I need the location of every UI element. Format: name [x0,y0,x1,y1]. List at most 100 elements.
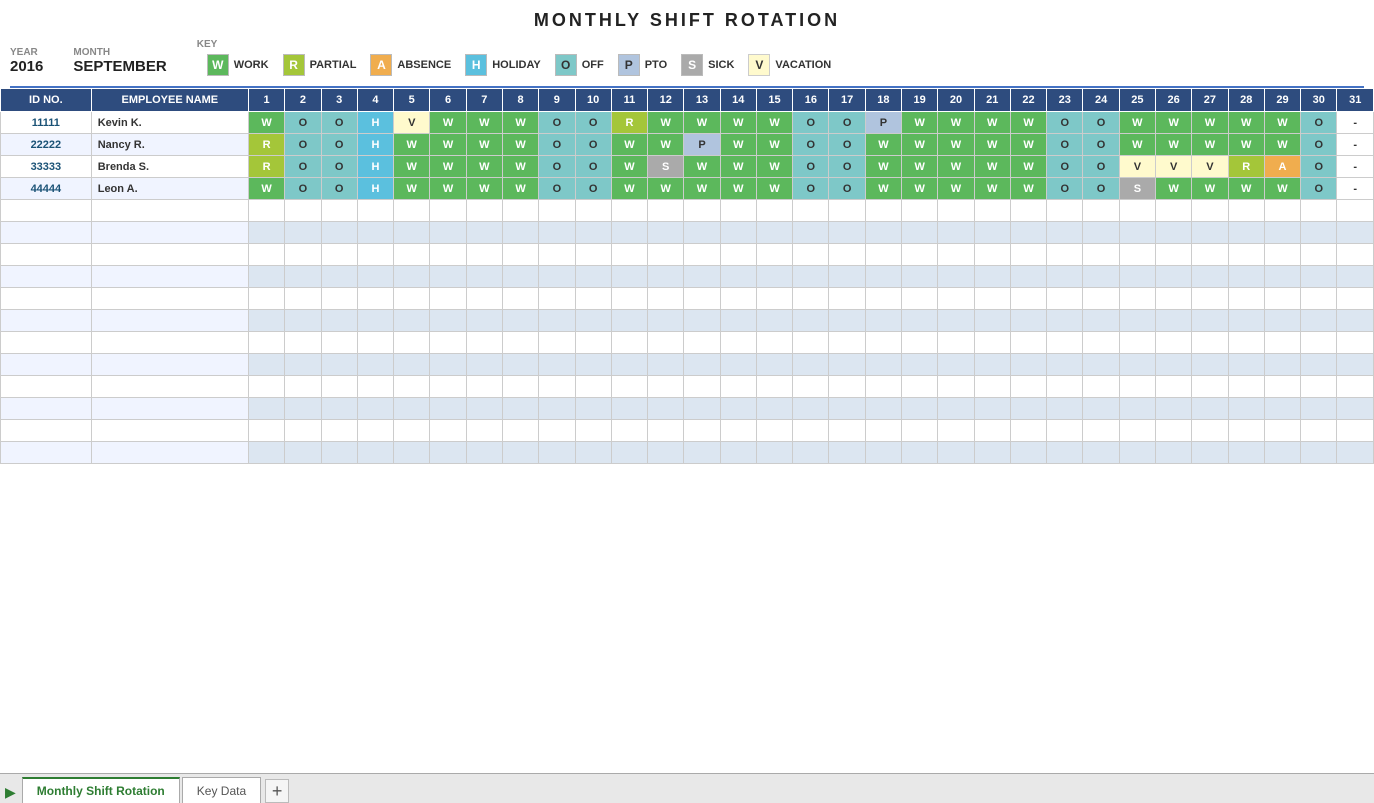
play-button[interactable]: ▶ [5,784,16,801]
cell-day-0-11[interactable]: W [648,112,684,134]
cell-day-0-14[interactable]: W [756,112,792,134]
empty-day-8-20[interactable] [974,376,1010,398]
empty-day-2-23[interactable] [1083,244,1119,266]
empty-day-6-17[interactable] [865,332,901,354]
empty-day-7-24[interactable] [1119,354,1155,376]
empty-day-2-3[interactable] [357,244,393,266]
cell-day-1-18[interactable]: W [902,134,938,156]
empty-day-2-26[interactable] [1192,244,1228,266]
empty-day-9-24[interactable] [1119,398,1155,420]
empty-day-8-29[interactable] [1301,376,1337,398]
cell-day-2-20[interactable]: W [974,156,1010,178]
empty-day-1-26[interactable] [1192,222,1228,244]
cell-day-2-2[interactable]: O [321,156,357,178]
empty-day-2-11[interactable] [648,244,684,266]
cell-day-1-30[interactable]: - [1337,134,1374,156]
empty-day-2-30[interactable] [1337,244,1374,266]
cell-day-3-11[interactable]: W [648,178,684,200]
empty-day-1-4[interactable] [394,222,430,244]
cell-day-2-22[interactable]: O [1047,156,1083,178]
empty-day-1-22[interactable] [1047,222,1083,244]
empty-day-6-15[interactable] [793,332,829,354]
empty-day-11-12[interactable] [684,442,720,464]
empty-day-11-0[interactable] [248,442,284,464]
empty-day-4-18[interactable] [902,288,938,310]
empty-day-4-10[interactable] [611,288,647,310]
empty-day-10-21[interactable] [1010,420,1046,442]
empty-day-9-0[interactable] [248,398,284,420]
cell-day-1-19[interactable]: W [938,134,974,156]
empty-day-6-5[interactable] [430,332,466,354]
empty-day-3-26[interactable] [1192,266,1228,288]
empty-day-4-1[interactable] [285,288,321,310]
cell-day-2-7[interactable]: W [502,156,538,178]
empty-day-7-22[interactable] [1047,354,1083,376]
cell-day-1-14[interactable]: W [756,134,792,156]
empty-day-7-14[interactable] [756,354,792,376]
empty-day-0-15[interactable] [793,200,829,222]
cell-day-2-14[interactable]: W [756,156,792,178]
empty-day-5-18[interactable] [902,310,938,332]
cell-day-1-22[interactable]: O [1047,134,1083,156]
empty-day-3-23[interactable] [1083,266,1119,288]
empty-day-0-16[interactable] [829,200,865,222]
tab-key-data[interactable]: Key Data [182,777,261,803]
cell-day-3-13[interactable]: W [720,178,756,200]
empty-day-0-18[interactable] [902,200,938,222]
empty-day-2-10[interactable] [611,244,647,266]
empty-day-5-5[interactable] [430,310,466,332]
cell-day-3-18[interactable]: W [902,178,938,200]
cell-day-3-14[interactable]: W [756,178,792,200]
cell-day-2-29[interactable]: O [1301,156,1337,178]
empty-day-0-12[interactable] [684,200,720,222]
empty-day-9-5[interactable] [430,398,466,420]
empty-day-10-12[interactable] [684,420,720,442]
empty-day-8-7[interactable] [502,376,538,398]
cell-day-0-23[interactable]: O [1083,112,1119,134]
empty-day-8-0[interactable] [248,376,284,398]
empty-day-6-13[interactable] [720,332,756,354]
empty-day-11-22[interactable] [1047,442,1083,464]
empty-day-7-29[interactable] [1301,354,1337,376]
cell-day-1-0[interactable]: R [248,134,284,156]
empty-day-9-15[interactable] [793,398,829,420]
empty-day-5-14[interactable] [756,310,792,332]
empty-day-1-10[interactable] [611,222,647,244]
empty-day-3-13[interactable] [720,266,756,288]
empty-day-5-1[interactable] [285,310,321,332]
cell-day-1-2[interactable]: O [321,134,357,156]
cell-day-3-29[interactable]: O [1301,178,1337,200]
empty-day-6-2[interactable] [321,332,357,354]
empty-name-10[interactable] [91,420,248,442]
empty-day-1-5[interactable] [430,222,466,244]
empty-day-8-15[interactable] [793,376,829,398]
empty-day-11-30[interactable] [1337,442,1374,464]
empty-day-7-1[interactable] [285,354,321,376]
empty-day-6-20[interactable] [974,332,1010,354]
empty-day-0-19[interactable] [938,200,974,222]
empty-day-0-14[interactable] [756,200,792,222]
empty-day-5-19[interactable] [938,310,974,332]
empty-name-5[interactable] [91,310,248,332]
cell-day-0-17[interactable]: P [865,112,901,134]
empty-day-10-7[interactable] [502,420,538,442]
empty-day-5-21[interactable] [1010,310,1046,332]
empty-day-2-1[interactable] [285,244,321,266]
empty-day-3-20[interactable] [974,266,1010,288]
cell-day-1-20[interactable]: W [974,134,1010,156]
empty-day-3-0[interactable] [248,266,284,288]
empty-day-5-0[interactable] [248,310,284,332]
cell-day-1-9[interactable]: O [575,134,611,156]
empty-day-6-25[interactable] [1156,332,1192,354]
empty-day-9-27[interactable] [1228,398,1264,420]
empty-day-4-16[interactable] [829,288,865,310]
empty-day-4-19[interactable] [938,288,974,310]
cell-day-3-21[interactable]: W [1010,178,1046,200]
empty-day-10-6[interactable] [466,420,502,442]
cell-id-2[interactable]: 33333 [1,156,92,178]
cell-id-0[interactable]: 11111 [1,112,92,134]
cell-day-3-12[interactable]: W [684,178,720,200]
cell-day-3-10[interactable]: W [611,178,647,200]
empty-day-10-17[interactable] [865,420,901,442]
cell-day-2-25[interactable]: V [1156,156,1192,178]
